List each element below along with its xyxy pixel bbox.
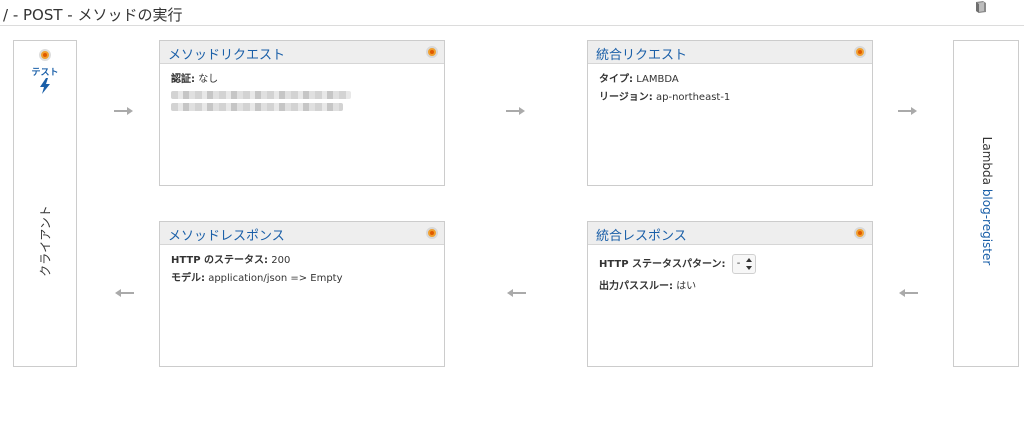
lightning-icon[interactable] xyxy=(39,78,51,94)
card-header: メソッドレスポンス xyxy=(160,222,444,245)
method-execution-page: / - POST - メソッドの実行 テスト クライアント メソッドリクエスト … xyxy=(0,0,1024,427)
card-body: HTTP ステータスパターン: - 出力パススルー: はい xyxy=(588,245,872,307)
status-icon xyxy=(426,227,438,239)
auth-row: 認証: なし xyxy=(171,73,433,87)
card-body: HTTP のステータス: 200 モデル: application/json =… xyxy=(160,245,444,299)
pattern-key: HTTP ステータスパターン: xyxy=(599,259,726,270)
type-value: LAMBDA xyxy=(636,74,679,85)
card-header: メソッドリクエスト xyxy=(160,41,444,64)
passthrough-row: 出力パススルー: はい xyxy=(599,280,861,294)
card-header: 統合レスポンス xyxy=(588,222,872,245)
passthrough-value: はい xyxy=(676,281,697,292)
region-key: リージョン: xyxy=(599,92,653,103)
page-title: / - POST - メソッドの実行 xyxy=(3,6,183,24)
type-key: タイプ: xyxy=(599,74,633,85)
book-icon[interactable] xyxy=(974,0,988,14)
status-icon xyxy=(854,46,866,58)
region-row: リージョン: ap-northeast-1 xyxy=(599,91,861,105)
status-key: HTTP のステータス: xyxy=(171,255,269,266)
status-icon xyxy=(854,227,866,239)
status-value: 200 xyxy=(271,255,291,266)
card-body: 認証: なし xyxy=(160,64,444,120)
test-link[interactable]: テスト xyxy=(14,65,76,78)
redacted-line xyxy=(171,91,351,99)
method-response-card: メソッドレスポンス HTTP のステータス: 200 モデル: applicat… xyxy=(159,221,445,367)
model-value: application/json => Empty xyxy=(208,273,343,284)
integration-request-card: 統合リクエスト タイプ: LAMBDA リージョン: ap-northeast-… xyxy=(587,40,873,186)
arrow-left-icon xyxy=(507,289,526,297)
integration-request-link[interactable]: 統合リクエスト xyxy=(596,44,687,63)
status-pattern-value: - xyxy=(736,258,741,269)
pattern-row: HTTP ステータスパターン: - xyxy=(599,254,861,274)
status-pattern-select[interactable]: - xyxy=(731,254,756,274)
model-key: モデル: xyxy=(171,273,205,284)
up-down-arrows-icon xyxy=(745,258,752,270)
lambda-panel: Lambda blog-register xyxy=(953,40,1019,367)
method-request-link[interactable]: メソッドリクエスト xyxy=(168,44,285,63)
status-icon xyxy=(426,46,438,58)
type-row: タイプ: LAMBDA xyxy=(599,73,861,87)
passthrough-key: 出力パススルー: xyxy=(599,281,673,292)
method-response-link[interactable]: メソッドレスポンス xyxy=(168,225,285,244)
method-request-card: メソッドリクエスト 認証: なし xyxy=(159,40,445,186)
region-value: ap-northeast-1 xyxy=(656,92,731,103)
page-header: / - POST - メソッドの実行 xyxy=(0,0,1024,26)
lambda-prefix: Lambda xyxy=(980,136,994,185)
arrow-right-icon xyxy=(506,107,525,115)
lambda-function-link[interactable]: blog-register xyxy=(980,189,994,266)
card-header: 統合リクエスト xyxy=(588,41,872,64)
client-label: クライアント xyxy=(38,205,53,277)
integration-response-card: 統合レスポンス HTTP ステータスパターン: - 出力パススルー: はい xyxy=(587,221,873,367)
redacted-line xyxy=(171,103,343,111)
client-panel: テスト クライアント xyxy=(13,40,77,367)
integration-response-link[interactable]: 統合レスポンス xyxy=(596,225,687,244)
status-row: HTTP のステータス: 200 xyxy=(171,254,433,268)
test-status-icon[interactable] xyxy=(39,49,51,61)
arrow-left-icon xyxy=(899,289,918,297)
lambda-label: Lambda blog-register xyxy=(980,137,994,266)
arrow-right-icon xyxy=(114,107,133,115)
auth-value: なし xyxy=(198,74,219,85)
arrow-left-icon xyxy=(115,289,134,297)
arrow-right-icon xyxy=(898,107,917,115)
auth-key: 認証: xyxy=(171,74,195,85)
model-row: モデル: application/json => Empty xyxy=(171,272,433,286)
card-body: タイプ: LAMBDA リージョン: ap-northeast-1 xyxy=(588,64,872,118)
